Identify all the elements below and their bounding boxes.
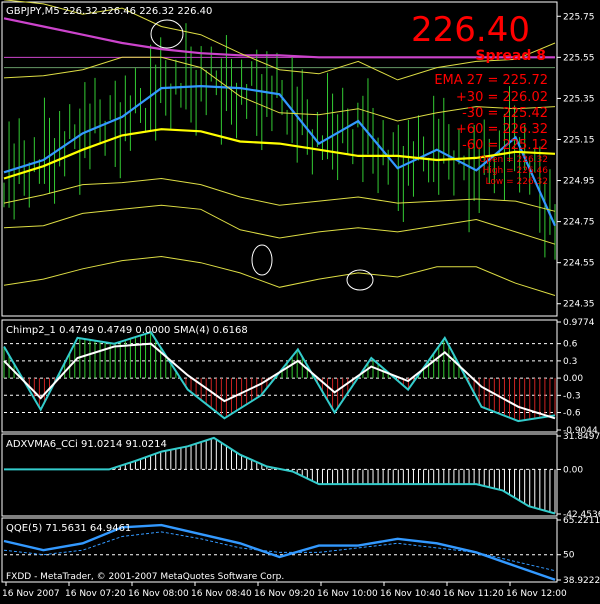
x-axis-tick-label: 16 Nov 10:00 xyxy=(317,589,378,599)
x-axis-tick-label: 16 Nov 12:00 xyxy=(506,589,567,599)
chart-window: 225.75 225.55 225.35 225.15 224.95 224.75 224.… xyxy=(0,0,600,600)
chimp-axis-tick-label: -0.6 xyxy=(563,409,581,419)
qqe-axis-tick-label: 38.9222 xyxy=(563,576,600,586)
price-axis-tick-label: 224.35 xyxy=(563,300,595,310)
level-minus30-label: -30 = 225.42 xyxy=(462,106,548,121)
qqe-axis-tick-label: 50 xyxy=(563,551,575,561)
qqe-panel-title: QQE(5) 71.5631 64.9461 xyxy=(6,523,131,534)
big-price: 226.40 xyxy=(411,10,530,50)
highlight-ellipse xyxy=(150,19,184,49)
price-series-line xyxy=(3,255,556,296)
chimp-axis-tick-label: 0.9774 xyxy=(563,318,595,328)
level-minus60-label: -60 = 225.12 xyxy=(462,138,548,153)
price-axis-tick-label: 224.55 xyxy=(563,259,595,269)
metatrader-chart[interactable]: 225.75 225.55 225.35 225.15 224.95 224.75 224.… xyxy=(0,0,600,600)
x-axis-tick-label: 16 Nov 09:20 xyxy=(254,589,315,599)
chimp-axis-tick-label: 0.00 xyxy=(563,374,583,384)
price-axis-tick-label: 225.55 xyxy=(563,53,595,63)
chimp-series-line xyxy=(3,331,556,423)
adx-axis-tick-label: 31.8497 xyxy=(563,432,600,442)
chimp-series-line xyxy=(3,342,556,420)
chimp-axis-tick-label: 0.3 xyxy=(563,357,577,367)
adx-panel-title: ADXVMA6_CCi 91.0214 91.0214 xyxy=(6,439,167,450)
high-label: High = 226.46 xyxy=(483,166,549,176)
level-plus60-label: +60 = 226.32 xyxy=(456,122,548,137)
x-axis-tick-label: 16 Nov 07:20 xyxy=(65,589,126,599)
chimp-axis-tick-label: -0.3 xyxy=(563,391,581,401)
price-axis-tick-label: 224.95 xyxy=(563,177,595,187)
x-axis-tick-label: 16 Nov 08:40 xyxy=(191,589,252,599)
x-axis-tick-label: 16 Nov 08:00 xyxy=(128,589,189,599)
chimp-axis-tick-label: 0.6 xyxy=(563,340,578,350)
x-axis-tick-label: 16 Nov 11:20 xyxy=(443,589,504,599)
price-axis-tick-label: 225.35 xyxy=(563,94,595,104)
x-axis-tick-label: 16 Nov 10:40 xyxy=(380,589,441,599)
x-axis-tick-label: 16 Nov 2007 xyxy=(2,589,60,599)
axes: 16 Nov 2007 16 Nov 07:20 16 Nov 08:00 16 No… xyxy=(2,582,567,599)
price-axis-tick-label: 224.75 xyxy=(563,218,595,228)
qqe-axis-tick-label: 65.2211 xyxy=(563,516,600,526)
price-axis-tick-label: 225.15 xyxy=(563,135,595,145)
chimp-panel-title: Chimp2_1 0.4749 0.4749 0.0000 SMA(4) 0.6… xyxy=(6,325,248,336)
low-label: Low = 226.32 xyxy=(486,177,548,187)
level-plus30-label: +30 = 226.02 xyxy=(456,90,548,105)
price-axis-tick-label: 225.75 xyxy=(563,12,595,22)
ema-label: EMA 27 = 225.72 xyxy=(434,73,548,88)
price-series-line xyxy=(3,177,556,212)
footer-copyright: FXDD - MetaTrader, © 2001-2007 MetaQuote… xyxy=(6,572,284,582)
spread-label: Spread 8 xyxy=(475,48,546,64)
price-series-line xyxy=(3,204,556,245)
highlight-ellipse xyxy=(251,244,273,276)
open-label: Open = 226.32 xyxy=(479,155,548,165)
price-panel-title: GBPJPY,M5 226.32 226.46 226.32 226.40 xyxy=(6,6,212,17)
adx-axis-tick-label: 0.00 xyxy=(563,465,583,475)
